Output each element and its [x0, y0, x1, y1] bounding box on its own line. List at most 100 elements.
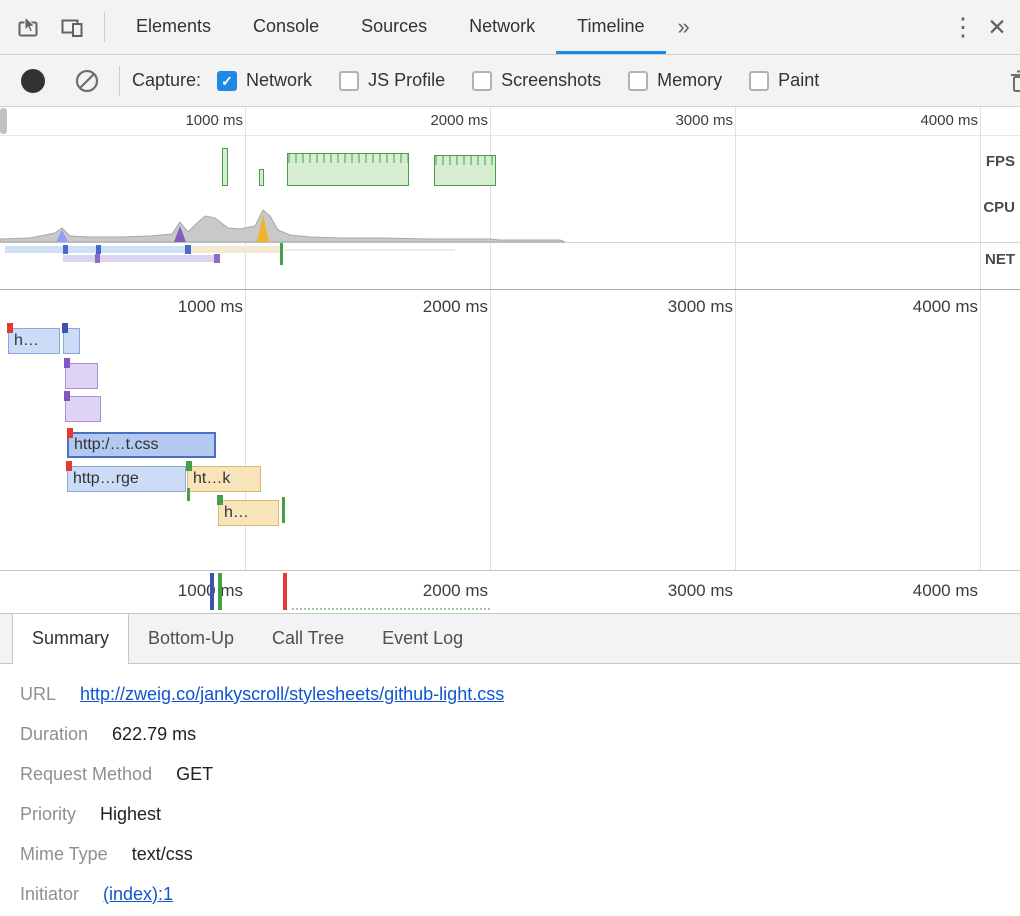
kebab-menu-icon[interactable]: ⋮	[946, 12, 980, 42]
capture-toolbar: Capture: ✓Network JS Profile Screenshots Me…	[0, 55, 1020, 107]
network-request-bar[interactable]: h…	[8, 328, 60, 354]
time-label: 3000 ms	[623, 297, 733, 317]
ruler-event-mark	[283, 573, 287, 610]
request-marker-red	[7, 323, 13, 333]
time-label: 4000 ms	[868, 297, 978, 317]
summary-link[interactable]: (index):1	[103, 884, 173, 905]
tab-elements[interactable]: Elements	[115, 0, 232, 54]
request-marker-purple	[64, 391, 70, 401]
fps-bar	[259, 169, 264, 186]
time-label: 1000 ms	[133, 581, 243, 601]
checkbox-label: JS Profile	[368, 70, 445, 91]
detail-tab-event-log[interactable]: Event Log	[363, 614, 482, 663]
network-request-bar[interactable]	[63, 328, 80, 354]
cpu-baseline	[0, 242, 1020, 243]
tab-network[interactable]: Network	[448, 0, 556, 54]
inspect-icon[interactable]	[10, 9, 46, 45]
overview-scrollbar[interactable]	[0, 108, 7, 134]
time-label: 4000 ms	[868, 581, 978, 601]
checkbox-js-profile[interactable]	[339, 71, 359, 91]
summary-label: Request Method	[20, 764, 152, 785]
timeline-overview[interactable]: 1000 ms2000 ms3000 ms4000 msFPSCPUNET	[0, 107, 1020, 290]
summary-label: Priority	[20, 804, 76, 825]
record-button[interactable]	[21, 69, 45, 93]
capture-option-js-profile[interactable]: JS Profile	[339, 70, 445, 91]
lane-label-net: NET	[985, 251, 1015, 268]
close-icon[interactable]: ✕	[980, 14, 1014, 41]
summary-row: Duration622.79 ms	[20, 714, 1020, 754]
request-label: http:/…t.css	[69, 434, 214, 456]
detail-tab-call-tree[interactable]: Call Tree	[253, 614, 363, 663]
network-request-bar[interactable]	[65, 363, 98, 389]
net-bar	[214, 254, 220, 263]
lane-label-cpu: CPU	[983, 199, 1015, 216]
checkbox-label: Paint	[778, 70, 819, 91]
summary-row: Mime Typetext/css	[20, 834, 1020, 874]
request-label: http…rge	[68, 467, 185, 491]
summary-row: Initiator(index):1	[20, 874, 1020, 914]
lane-label-fps: FPS	[986, 153, 1015, 170]
ruler-dotted-line	[292, 608, 490, 610]
summary-row: Request MethodGET	[20, 754, 1020, 794]
bottom-ruler: 1000 ms2000 ms3000 ms4000 ms	[0, 570, 1020, 614]
time-label: 3000 ms	[623, 581, 733, 601]
capture-label: Capture:	[132, 70, 201, 91]
summary-label: Mime Type	[20, 844, 108, 865]
time-label: 2000 ms	[378, 297, 488, 317]
inspect-icon-glyph	[15, 14, 41, 40]
summary-pane: URL http://zweig.co/jankyscroll/styleshee…	[0, 664, 1020, 914]
clear-icon[interactable]	[69, 63, 105, 99]
summary-label: URL	[20, 684, 56, 705]
gridline	[980, 107, 981, 289]
checkbox-memory[interactable]	[628, 71, 648, 91]
request-label: ht…k	[188, 467, 260, 491]
capture-option-memory[interactable]: Memory	[628, 70, 722, 91]
gridline	[245, 290, 246, 570]
gridline	[245, 107, 246, 289]
gridline	[980, 290, 981, 570]
time-label: 1000 ms	[133, 112, 243, 129]
capture-option-paint[interactable]: Paint	[749, 70, 819, 91]
main-tab-strip: ElementsConsoleSourcesNetworkTimeline	[115, 0, 666, 54]
more-tabs-button[interactable]: »	[666, 0, 702, 54]
network-waterfall[interactable]: 1000 ms2000 ms3000 ms4000 msh…http:/…t.c…	[0, 290, 1020, 570]
checkbox-screenshots[interactable]	[472, 71, 492, 91]
network-request-bar[interactable]	[65, 396, 101, 422]
trash-icon[interactable]	[1007, 67, 1020, 95]
fps-bar	[434, 155, 496, 186]
detail-tab-summary[interactable]: Summary	[12, 614, 129, 664]
time-label: 3000 ms	[623, 112, 733, 129]
tab-timeline[interactable]: Timeline	[556, 0, 665, 54]
device-toolbar-icon-glyph	[59, 14, 85, 40]
net-bar	[285, 249, 455, 251]
detail-tabbar: SummaryBottom-UpCall TreeEvent Log	[0, 614, 1020, 664]
gridline	[735, 290, 736, 570]
device-toolbar-icon[interactable]	[54, 9, 90, 45]
tab-console[interactable]: Console	[232, 0, 340, 54]
checkbox-label: Screenshots	[501, 70, 601, 91]
checkbox-paint[interactable]	[749, 71, 769, 91]
checkbox-network[interactable]: ✓	[217, 71, 237, 91]
summary-value: 622.79 ms	[112, 724, 196, 745]
cpu-activity-chart	[0, 137, 1020, 243]
network-request-bar[interactable]: ht…k	[187, 466, 261, 492]
capture-option-screenshots[interactable]: Screenshots	[472, 70, 601, 91]
summary-row: URL http://zweig.co/jankyscroll/styleshee…	[20, 674, 1020, 714]
clear-icon-glyph	[74, 68, 100, 94]
time-label: 4000 ms	[868, 112, 978, 129]
request-marker-green	[217, 495, 223, 505]
network-request-bar[interactable]: http:/…t.css	[67, 432, 216, 458]
net-bar	[63, 245, 68, 254]
detail-tab-bottom-up[interactable]: Bottom-Up	[129, 614, 253, 663]
summary-value: Highest	[100, 804, 161, 825]
summary-link[interactable]: http://zweig.co/jankyscroll/stylesheets/…	[80, 684, 504, 705]
main-toolbar: ElementsConsoleSourcesNetworkTimeline » …	[0, 0, 1020, 55]
tab-sources[interactable]: Sources	[340, 0, 448, 54]
request-marker-red	[67, 428, 73, 438]
network-request-bar[interactable]: http…rge	[67, 466, 186, 492]
network-request-bar[interactable]: h…	[218, 500, 279, 526]
trash-icon-glyph	[1007, 67, 1020, 95]
capture-option-network[interactable]: ✓Network	[217, 70, 312, 91]
toolbar-separator	[119, 66, 120, 96]
net-bar	[63, 255, 219, 262]
